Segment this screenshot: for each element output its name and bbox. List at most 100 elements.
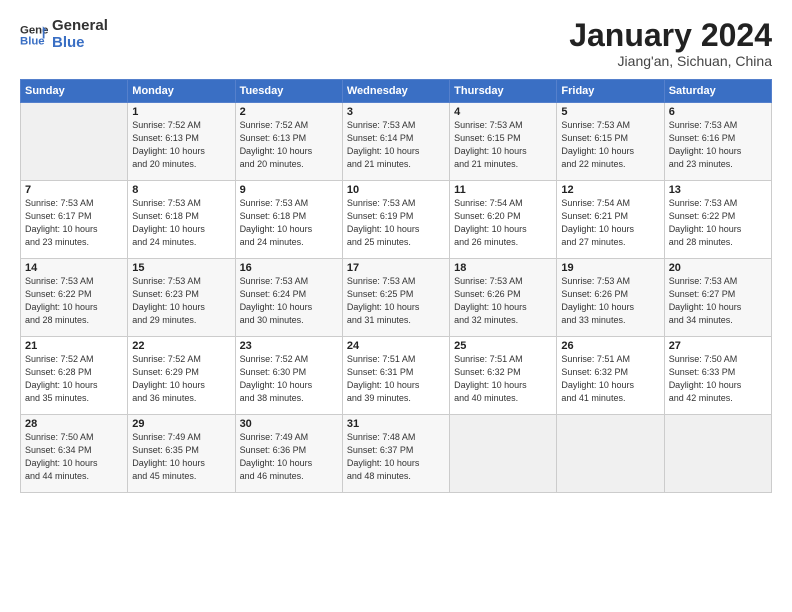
- day-info: Sunrise: 7:53 AM Sunset: 6:16 PM Dayligh…: [669, 119, 767, 171]
- day-info: Sunrise: 7:53 AM Sunset: 6:18 PM Dayligh…: [240, 197, 338, 249]
- week-row-3: 14Sunrise: 7:53 AM Sunset: 6:22 PM Dayli…: [21, 259, 772, 337]
- day-cell: 30Sunrise: 7:49 AM Sunset: 6:36 PM Dayli…: [235, 415, 342, 493]
- day-info: Sunrise: 7:52 AM Sunset: 6:13 PM Dayligh…: [132, 119, 230, 171]
- day-number: 25: [454, 340, 552, 352]
- day-info: Sunrise: 7:52 AM Sunset: 6:29 PM Dayligh…: [132, 353, 230, 405]
- day-cell: 13Sunrise: 7:53 AM Sunset: 6:22 PM Dayli…: [664, 181, 771, 259]
- day-number: 30: [240, 418, 338, 430]
- day-cell: 18Sunrise: 7:53 AM Sunset: 6:26 PM Dayli…: [450, 259, 557, 337]
- day-cell: 3Sunrise: 7:53 AM Sunset: 6:14 PM Daylig…: [342, 103, 449, 181]
- day-info: Sunrise: 7:53 AM Sunset: 6:26 PM Dayligh…: [561, 275, 659, 327]
- day-cell: 25Sunrise: 7:51 AM Sunset: 6:32 PM Dayli…: [450, 337, 557, 415]
- logo-icon: General Blue: [20, 21, 48, 49]
- day-number: 22: [132, 340, 230, 352]
- day-cell: 16Sunrise: 7:53 AM Sunset: 6:24 PM Dayli…: [235, 259, 342, 337]
- week-row-4: 21Sunrise: 7:52 AM Sunset: 6:28 PM Dayli…: [21, 337, 772, 415]
- day-number: 26: [561, 340, 659, 352]
- day-number: 31: [347, 418, 445, 430]
- day-number: 13: [669, 184, 767, 196]
- day-cell: 31Sunrise: 7:48 AM Sunset: 6:37 PM Dayli…: [342, 415, 449, 493]
- day-info: Sunrise: 7:53 AM Sunset: 6:17 PM Dayligh…: [25, 197, 123, 249]
- day-number: 12: [561, 184, 659, 196]
- day-cell: 5Sunrise: 7:53 AM Sunset: 6:15 PM Daylig…: [557, 103, 664, 181]
- day-info: Sunrise: 7:52 AM Sunset: 6:28 PM Dayligh…: [25, 353, 123, 405]
- day-number: 15: [132, 262, 230, 274]
- day-number: 24: [347, 340, 445, 352]
- header-friday: Friday: [557, 80, 664, 103]
- day-info: Sunrise: 7:53 AM Sunset: 6:15 PM Dayligh…: [454, 119, 552, 171]
- calendar-header-row: SundayMondayTuesdayWednesdayThursdayFrid…: [21, 80, 772, 103]
- day-cell: 23Sunrise: 7:52 AM Sunset: 6:30 PM Dayli…: [235, 337, 342, 415]
- day-cell: 22Sunrise: 7:52 AM Sunset: 6:29 PM Dayli…: [128, 337, 235, 415]
- page: General Blue General Blue January 2024 J…: [0, 0, 792, 612]
- day-number: 1: [132, 106, 230, 118]
- day-cell: 27Sunrise: 7:50 AM Sunset: 6:33 PM Dayli…: [664, 337, 771, 415]
- header-monday: Monday: [128, 80, 235, 103]
- day-info: Sunrise: 7:51 AM Sunset: 6:32 PM Dayligh…: [561, 353, 659, 405]
- logo: General Blue General Blue: [20, 18, 108, 51]
- day-number: 21: [25, 340, 123, 352]
- day-cell: 12Sunrise: 7:54 AM Sunset: 6:21 PM Dayli…: [557, 181, 664, 259]
- day-info: Sunrise: 7:53 AM Sunset: 6:24 PM Dayligh…: [240, 275, 338, 327]
- day-number: 17: [347, 262, 445, 274]
- day-cell: 21Sunrise: 7:52 AM Sunset: 6:28 PM Dayli…: [21, 337, 128, 415]
- day-info: Sunrise: 7:53 AM Sunset: 6:25 PM Dayligh…: [347, 275, 445, 327]
- day-info: Sunrise: 7:53 AM Sunset: 6:18 PM Dayligh…: [132, 197, 230, 249]
- day-number: 19: [561, 262, 659, 274]
- week-row-1: 1Sunrise: 7:52 AM Sunset: 6:13 PM Daylig…: [21, 103, 772, 181]
- day-info: Sunrise: 7:52 AM Sunset: 6:30 PM Dayligh…: [240, 353, 338, 405]
- day-cell: [450, 415, 557, 493]
- logo-general: General: [52, 18, 108, 35]
- day-cell: 20Sunrise: 7:53 AM Sunset: 6:27 PM Dayli…: [664, 259, 771, 337]
- day-info: Sunrise: 7:52 AM Sunset: 6:13 PM Dayligh…: [240, 119, 338, 171]
- day-info: Sunrise: 7:53 AM Sunset: 6:15 PM Dayligh…: [561, 119, 659, 171]
- day-cell: 11Sunrise: 7:54 AM Sunset: 6:20 PM Dayli…: [450, 181, 557, 259]
- calendar-table: SundayMondayTuesdayWednesdayThursdayFrid…: [20, 79, 772, 493]
- day-info: Sunrise: 7:54 AM Sunset: 6:21 PM Dayligh…: [561, 197, 659, 249]
- day-number: 8: [132, 184, 230, 196]
- day-cell: 17Sunrise: 7:53 AM Sunset: 6:25 PM Dayli…: [342, 259, 449, 337]
- day-info: Sunrise: 7:54 AM Sunset: 6:20 PM Dayligh…: [454, 197, 552, 249]
- day-info: Sunrise: 7:50 AM Sunset: 6:34 PM Dayligh…: [25, 431, 123, 483]
- day-cell: 9Sunrise: 7:53 AM Sunset: 6:18 PM Daylig…: [235, 181, 342, 259]
- header-sunday: Sunday: [21, 80, 128, 103]
- day-info: Sunrise: 7:53 AM Sunset: 6:23 PM Dayligh…: [132, 275, 230, 327]
- logo-blue: Blue: [52, 35, 108, 52]
- day-cell: 28Sunrise: 7:50 AM Sunset: 6:34 PM Dayli…: [21, 415, 128, 493]
- day-cell: 6Sunrise: 7:53 AM Sunset: 6:16 PM Daylig…: [664, 103, 771, 181]
- day-cell: 8Sunrise: 7:53 AM Sunset: 6:18 PM Daylig…: [128, 181, 235, 259]
- day-info: Sunrise: 7:53 AM Sunset: 6:19 PM Dayligh…: [347, 197, 445, 249]
- day-info: Sunrise: 7:53 AM Sunset: 6:27 PM Dayligh…: [669, 275, 767, 327]
- day-cell: 19Sunrise: 7:53 AM Sunset: 6:26 PM Dayli…: [557, 259, 664, 337]
- svg-text:Blue: Blue: [20, 35, 45, 47]
- day-number: 14: [25, 262, 123, 274]
- day-info: Sunrise: 7:53 AM Sunset: 6:22 PM Dayligh…: [669, 197, 767, 249]
- day-info: Sunrise: 7:53 AM Sunset: 6:22 PM Dayligh…: [25, 275, 123, 327]
- day-cell: 10Sunrise: 7:53 AM Sunset: 6:19 PM Dayli…: [342, 181, 449, 259]
- header-wednesday: Wednesday: [342, 80, 449, 103]
- week-row-5: 28Sunrise: 7:50 AM Sunset: 6:34 PM Dayli…: [21, 415, 772, 493]
- day-cell: [664, 415, 771, 493]
- day-info: Sunrise: 7:49 AM Sunset: 6:35 PM Dayligh…: [132, 431, 230, 483]
- day-cell: 14Sunrise: 7:53 AM Sunset: 6:22 PM Dayli…: [21, 259, 128, 337]
- day-cell: 15Sunrise: 7:53 AM Sunset: 6:23 PM Dayli…: [128, 259, 235, 337]
- day-cell: 4Sunrise: 7:53 AM Sunset: 6:15 PM Daylig…: [450, 103, 557, 181]
- day-number: 4: [454, 106, 552, 118]
- day-number: 29: [132, 418, 230, 430]
- day-number: 7: [25, 184, 123, 196]
- day-number: 3: [347, 106, 445, 118]
- day-info: Sunrise: 7:51 AM Sunset: 6:31 PM Dayligh…: [347, 353, 445, 405]
- day-number: 6: [669, 106, 767, 118]
- day-cell: 7Sunrise: 7:53 AM Sunset: 6:17 PM Daylig…: [21, 181, 128, 259]
- day-cell: 29Sunrise: 7:49 AM Sunset: 6:35 PM Dayli…: [128, 415, 235, 493]
- day-cell: [557, 415, 664, 493]
- day-cell: 26Sunrise: 7:51 AM Sunset: 6:32 PM Dayli…: [557, 337, 664, 415]
- day-number: 23: [240, 340, 338, 352]
- day-cell: 1Sunrise: 7:52 AM Sunset: 6:13 PM Daylig…: [128, 103, 235, 181]
- day-number: 11: [454, 184, 552, 196]
- title-block: January 2024 Jiang'an, Sichuan, China: [569, 18, 772, 69]
- day-cell: 2Sunrise: 7:52 AM Sunset: 6:13 PM Daylig…: [235, 103, 342, 181]
- day-info: Sunrise: 7:49 AM Sunset: 6:36 PM Dayligh…: [240, 431, 338, 483]
- day-info: Sunrise: 7:48 AM Sunset: 6:37 PM Dayligh…: [347, 431, 445, 483]
- header-thursday: Thursday: [450, 80, 557, 103]
